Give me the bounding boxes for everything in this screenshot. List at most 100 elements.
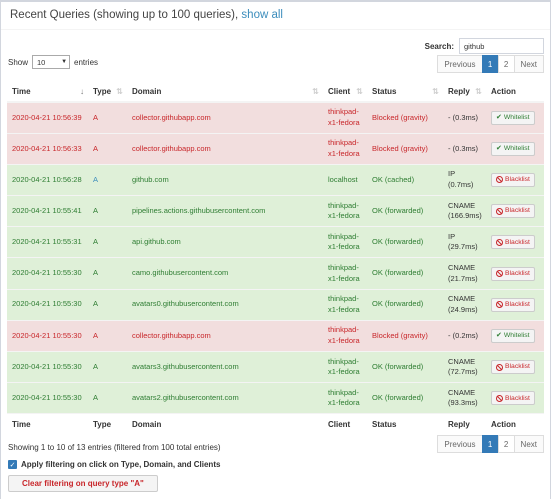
cell-time: 2020-04-21 10:55:30 — [7, 350, 88, 383]
entries-label: entries — [74, 57, 99, 67]
cell-client[interactable]: thinkpad-x1-fedora — [323, 132, 367, 165]
cell-type[interactable]: A — [88, 350, 127, 383]
cell-time: 2020-04-21 10:55:30 — [7, 319, 88, 352]
pagination-page-1[interactable]: 1 — [481, 435, 499, 453]
cell-client[interactable]: thinkpad-x1-fedora — [323, 226, 367, 258]
cell-client[interactable]: thinkpad-x1-fedora — [323, 382, 367, 414]
cell-status: OK (forwarded) — [367, 288, 443, 321]
col-header-time[interactable]: Time ↓ — [7, 82, 88, 103]
cell-client[interactable]: thinkpad-x1-fedora — [323, 319, 367, 352]
blacklist-button[interactable]: Blacklist — [491, 360, 535, 375]
cell-type[interactable]: A — [88, 132, 127, 165]
action-label: Blacklist — [505, 269, 530, 277]
cell-domain[interactable]: collector.githubapp.com — [127, 132, 323, 165]
blacklist-button[interactable]: Blacklist — [491, 266, 535, 281]
cell-reply: - (0.3ms) — [443, 101, 486, 134]
cell-client[interactable]: thinkpad-x1-fedora — [323, 288, 367, 321]
action-label: Blacklist — [505, 394, 530, 402]
search-area: Search: — [425, 38, 544, 54]
cell-domain[interactable]: avatars2.githubusercontent.com — [127, 382, 323, 414]
cell-type[interactable]: A — [88, 382, 127, 414]
pagination-previous[interactable]: Previous — [437, 435, 483, 453]
whitelist-button[interactable]: ✔ Whitelist — [491, 110, 535, 125]
cell-domain[interactable]: api.github.com — [127, 226, 323, 258]
cell-type[interactable]: A — [88, 226, 127, 258]
cell-domain[interactable]: collector.githubapp.com — [127, 319, 323, 352]
cell-client[interactable]: thinkpad-x1-fedora — [323, 257, 367, 290]
cell-reply: CNAME (24.9ms) — [443, 288, 486, 321]
cell-status: Blocked (gravity) — [367, 319, 443, 352]
table-row: 2020-04-21 10:55:30 Aavatars0.githubuserc… — [7, 288, 544, 321]
action-label: Whitelist — [503, 145, 530, 153]
col-header-client[interactable]: Client ⇅ — [323, 82, 367, 103]
search-input[interactable] — [459, 38, 544, 54]
table-row: 2020-04-21 10:55:30 Aavatars3.githubuserc… — [7, 350, 544, 383]
sort-icon: ⇅ — [432, 87, 439, 96]
check-icon: ✔ — [496, 113, 502, 121]
blacklist-button[interactable]: Blacklist — [491, 204, 535, 219]
table-row: 2020-04-21 10:56:28 Agithub.com localhost O… — [7, 163, 544, 196]
whitelist-button[interactable]: ✔ Whitelist — [491, 141, 535, 156]
clear-filter-button[interactable]: Clear filtering on query type "A" — [8, 475, 158, 492]
table-controls: Search: Show 10 ▼ entries Previous 1 2 N… — [1, 32, 550, 82]
table-row: 2020-04-21 10:55:31 Aapi.github.com thinkp… — [7, 226, 544, 258]
cell-type[interactable]: A — [88, 101, 127, 134]
blacklist-button[interactable]: Blacklist — [491, 172, 535, 187]
cell-domain[interactable]: avatars0.githubusercontent.com — [127, 288, 323, 321]
cell-action: Blacklist — [486, 350, 544, 383]
action-label: Whitelist — [503, 332, 530, 340]
pagination-previous[interactable]: Previous — [437, 55, 483, 73]
blacklist-button[interactable]: Blacklist — [491, 235, 535, 250]
check-icon: ✔ — [496, 144, 502, 152]
table-body: 2020-04-21 10:56:39 Acollector.githubapp.… — [7, 101, 544, 414]
cell-type[interactable]: A — [88, 319, 127, 352]
pagination-next[interactable]: Next — [513, 435, 544, 453]
pagination-page-1[interactable]: 1 — [481, 55, 499, 73]
cell-type[interactable]: A — [88, 163, 127, 196]
footer-type: Type — [88, 413, 127, 434]
cell-domain[interactable]: github.com — [127, 163, 323, 196]
cell-client[interactable]: thinkpad-x1-fedora — [323, 350, 367, 383]
col-header-reply[interactable]: Reply ⇅ — [443, 82, 486, 103]
cell-time: 2020-04-21 10:56:33 — [7, 132, 88, 165]
table-footer-row: Time Type Domain Client Status Reply Act… — [7, 413, 544, 434]
entries-select-value: 10 — [37, 57, 46, 67]
cell-type[interactable]: A — [88, 288, 127, 321]
entries-select[interactable]: 10 ▼ — [32, 55, 71, 69]
cell-client[interactable]: localhost — [323, 163, 367, 196]
sort-icon: ⇅ — [116, 87, 123, 96]
cell-type[interactable]: A — [88, 195, 127, 227]
table-row: 2020-04-21 10:55:41 Apipelines.actions.gi… — [7, 195, 544, 227]
col-header-type[interactable]: Type ⇅ — [88, 82, 127, 103]
pagination-next[interactable]: Next — [513, 55, 544, 73]
cell-domain[interactable]: avatars3.githubusercontent.com — [127, 350, 323, 383]
action-label: Blacklist — [505, 300, 530, 308]
search-label: Search: — [424, 41, 454, 51]
cell-time: 2020-04-21 10:55:30 — [7, 257, 88, 290]
col-header-status[interactable]: Status ⇅ — [367, 82, 443, 103]
blacklist-button[interactable]: Blacklist — [491, 391, 535, 406]
cell-domain[interactable]: pipelines.actions.githubusercontent.com — [127, 195, 323, 227]
apply-filtering-option[interactable]: ✓ Apply filtering on click on Type, Doma… — [8, 460, 220, 469]
ban-icon — [496, 207, 503, 215]
action-label: Blacklist — [505, 363, 530, 371]
cell-reply: CNAME (21.7ms) — [443, 257, 486, 290]
blacklist-button[interactable]: Blacklist — [491, 297, 535, 312]
table-row: 2020-04-21 10:55:30 Acollector.githubapp.… — [7, 319, 544, 352]
cell-domain[interactable]: camo.githubusercontent.com — [127, 257, 323, 290]
cell-reply: IP (0.7ms) — [443, 163, 486, 196]
sort-icon: ⇅ — [312, 87, 319, 96]
sort-icon: ⇅ — [356, 87, 363, 96]
col-header-domain[interactable]: Domain ⇅ — [127, 82, 323, 103]
pagination-page-2[interactable]: 2 — [497, 435, 515, 453]
cell-client[interactable]: thinkpad-x1-fedora — [323, 195, 367, 227]
pagination-page-2[interactable]: 2 — [497, 55, 515, 73]
cell-type[interactable]: A — [88, 257, 127, 290]
cell-client[interactable]: thinkpad-x1-fedora — [323, 101, 367, 134]
checkbox-checked-icon[interactable]: ✓ — [8, 460, 17, 469]
whitelist-button[interactable]: ✔ Whitelist — [491, 328, 535, 343]
ban-icon — [496, 394, 503, 402]
cell-domain[interactable]: collector.githubapp.com — [127, 101, 323, 134]
cell-reply: - (0.3ms) — [443, 132, 486, 165]
show-all-link[interactable]: show all — [241, 9, 283, 21]
